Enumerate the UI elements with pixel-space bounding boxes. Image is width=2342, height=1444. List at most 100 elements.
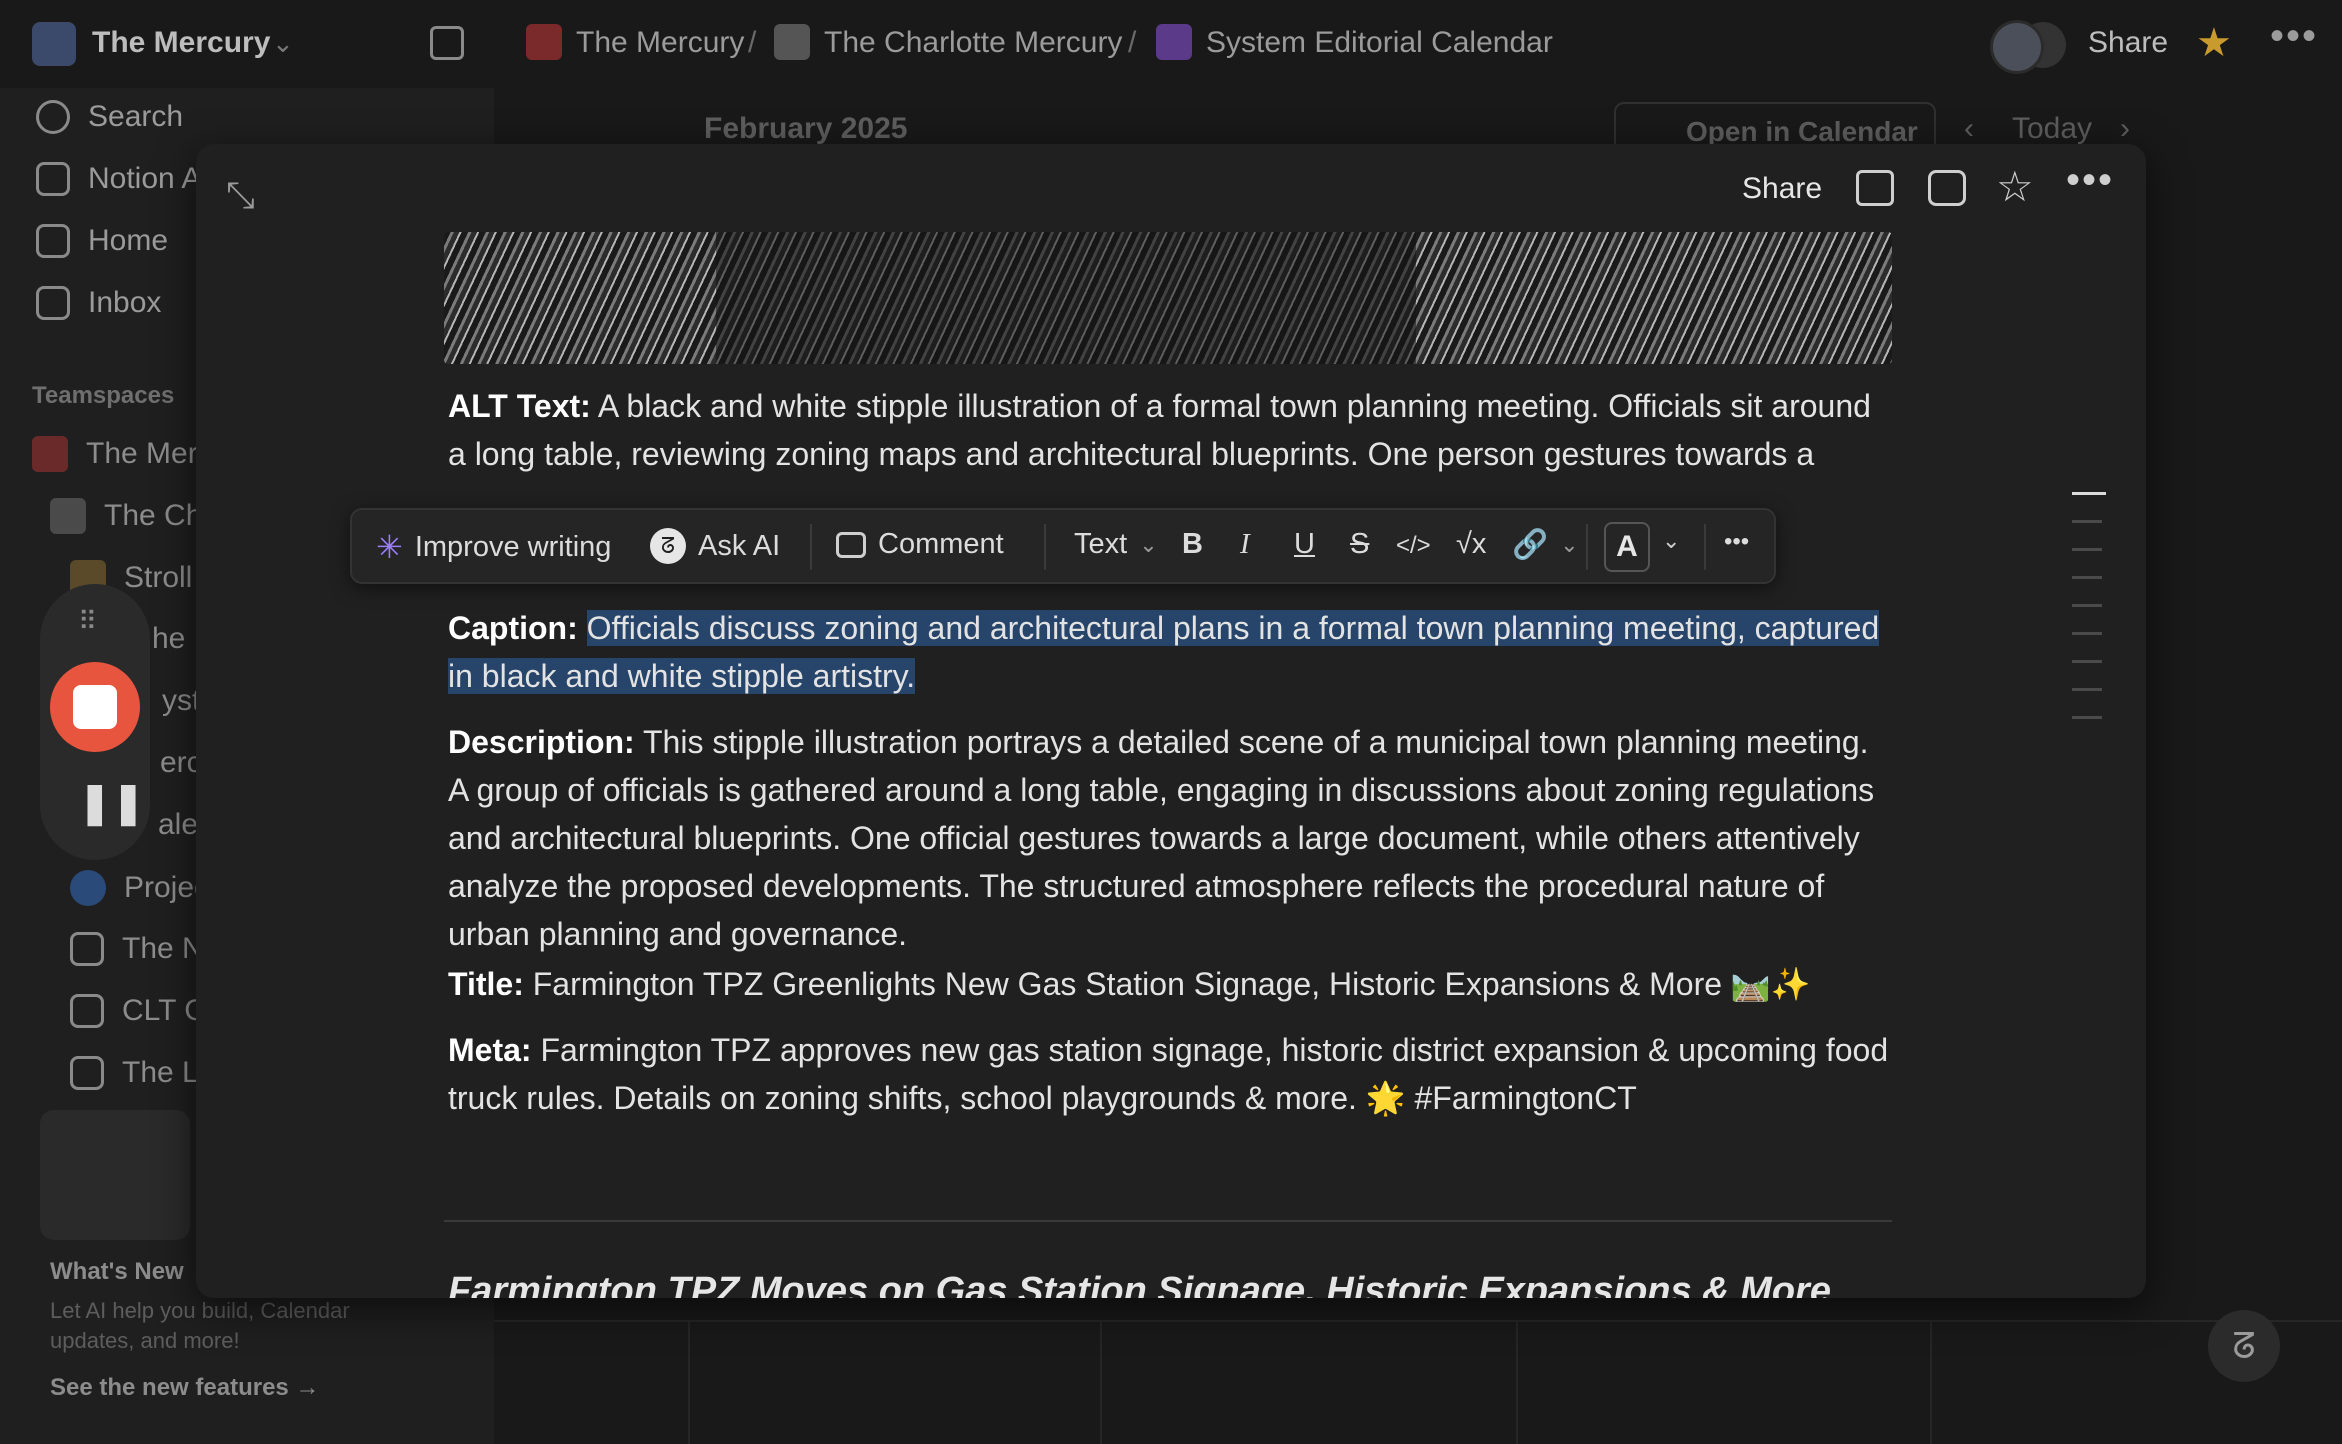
sidebar-item-notion-ai[interactable]: Notion A <box>36 162 201 196</box>
mercury-icon <box>526 24 562 60</box>
description-label: Description: <box>448 724 635 760</box>
more-options-icon[interactable]: ••• <box>2270 14 2318 59</box>
home-icon <box>36 224 70 258</box>
alt-text-paragraph[interactable]: ALT Text: A black and white stipple illu… <box>448 382 1894 486</box>
toc-marker[interactable] <box>2072 716 2102 719</box>
article-heading[interactable]: Farmington TPZ Moves on Gas Station Sign… <box>448 1270 1831 1298</box>
sidebar-team-item[interactable]: The N <box>70 932 204 966</box>
team-label: The Mer <box>86 437 198 470</box>
sidebar-team-item[interactable]: Projec <box>70 870 209 906</box>
breadcrumb-mercury[interactable]: The Mercury <box>576 26 744 60</box>
toc-marker[interactable] <box>2072 520 2102 523</box>
toc-marker[interactable] <box>2072 576 2102 579</box>
strikethrough-button[interactable]: S <box>1350 528 1369 561</box>
share-button[interactable]: Share <box>2088 26 2168 60</box>
whats-new-illustration <box>40 1110 190 1240</box>
prev-icon[interactable]: ‹ <box>1964 112 1974 146</box>
more-toolbar-options[interactable]: ••• <box>1724 528 1749 556</box>
calendar-grid-line <box>688 1320 690 1444</box>
formatting-toolbar: ✳ Improve writing ᘔ Ask AI Comment Text … <box>350 508 1776 584</box>
pause-icon[interactable]: ❚❚ <box>78 780 145 826</box>
caption-paragraph[interactable]: Caption: Officials discuss zoning and ar… <box>448 604 1894 700</box>
bold-button[interactable]: B <box>1182 528 1203 561</box>
team-label: Stroll <box>124 561 193 594</box>
sidebar-team-item[interactable]: CLT G <box>70 994 208 1028</box>
team-label: CLT G <box>122 994 208 1027</box>
breadcrumb-charlotte-mercury[interactable]: The Charlotte Mercury <box>824 26 1122 60</box>
comment-button[interactable]: Comment <box>836 528 1004 561</box>
text-type-dropdown[interactable]: Text ⌄ <box>1074 528 1158 561</box>
workspace-logo[interactable] <box>32 22 76 66</box>
toc-marker[interactable] <box>2072 632 2102 635</box>
team-label: The Ch <box>104 499 203 532</box>
sparkle-icon: ✳ <box>376 529 403 565</box>
team-label: The N <box>122 932 204 965</box>
toc-marker-active[interactable] <box>2072 492 2106 495</box>
toc-marker[interactable] <box>2072 548 2102 551</box>
newspaper-icon <box>774 24 810 60</box>
underline-button[interactable]: U <box>1294 528 1315 561</box>
expand-icon[interactable]: ⤡ <box>226 174 260 215</box>
description-paragraph[interactable]: Description: This stipple illustration p… <box>448 718 1894 958</box>
next-icon[interactable]: › <box>2120 112 2130 146</box>
modal-share-button[interactable]: Share <box>1742 172 1822 206</box>
breadcrumb-editorial-calendar[interactable]: System Editorial Calendar <box>1206 26 1553 60</box>
sidebar-item-home[interactable]: Home <box>36 224 168 258</box>
drag-handle-icon[interactable]: ⠿ <box>78 606 99 637</box>
favorite-icon[interactable]: ☆ <box>1996 162 2034 211</box>
workspace-name[interactable]: The Mercury <box>92 26 270 60</box>
team-icon <box>32 436 68 472</box>
sidebar-item-search[interactable]: Search <box>36 100 183 134</box>
page-icon <box>70 932 104 966</box>
chevron-down-icon[interactable]: ⌄ <box>272 28 294 59</box>
notion-ai-help-icon[interactable]: ᘔ <box>2208 1310 2280 1382</box>
text-type-label: Text <box>1074 528 1128 560</box>
sidebar-item-label: Home <box>88 224 169 257</box>
code-button[interactable]: </> <box>1396 532 1431 560</box>
team-icon <box>50 498 86 534</box>
improve-writing-button[interactable]: ✳ Improve writing <box>376 528 611 566</box>
title-text: Farmington TPZ Greenlights New Gas Stati… <box>532 966 1811 1002</box>
sidebar-team-item[interactable]: The Mer <box>32 436 198 472</box>
toc-marker[interactable] <box>2072 660 2102 663</box>
page-icon <box>70 1056 104 1090</box>
stop-icon <box>73 685 117 729</box>
whats-new-description: Let AI help you build, Calendar updates,… <box>50 1298 350 1353</box>
new-page-icon[interactable] <box>430 26 464 60</box>
side-peek-icon[interactable] <box>1856 170 1894 206</box>
comment-icon[interactable] <box>1928 170 1966 206</box>
page-icon <box>70 994 104 1028</box>
sidebar-item-label: Search <box>88 100 184 133</box>
chevron-down-icon: ⌄ <box>1560 532 1579 557</box>
cover-image-shade <box>716 232 1416 364</box>
team-icon <box>70 870 106 906</box>
toc-marker[interactable] <box>2072 688 2102 691</box>
today-button[interactable]: Today <box>2012 112 2092 146</box>
ask-ai-button[interactable]: ᘔ Ask AI <box>650 528 780 564</box>
sidebar-team-item[interactable]: The L <box>70 1056 199 1090</box>
favorite-star-icon[interactable]: ★ <box>2196 20 2232 66</box>
caption-label: Caption: <box>448 610 578 646</box>
divider <box>444 1220 1892 1222</box>
caption-text-selected: Officials discuss zoning and architectur… <box>448 610 1880 694</box>
sidebar-item-inbox[interactable]: Inbox <box>36 286 161 320</box>
link-button[interactable]: 🔗 ⌄ <box>1512 528 1579 562</box>
equation-button[interactable]: √x <box>1456 528 1486 561</box>
toc-marker[interactable] <box>2072 604 2102 607</box>
meta-paragraph[interactable]: Meta: Farmington TPZ approves new gas st… <box>448 1026 1894 1122</box>
more-options-icon[interactable]: ••• <box>2066 158 2114 203</box>
calendar-grid-line <box>494 1320 2342 1322</box>
chevron-down-icon[interactable]: ⌄ <box>1662 528 1680 554</box>
avatar[interactable] <box>1990 20 2044 74</box>
improve-writing-label: Improve writing <box>414 530 612 563</box>
see-new-features-link[interactable]: See the new features → <box>50 1374 319 1402</box>
notion-ai-icon: ᘔ <box>650 528 686 564</box>
toolbar-separator <box>1704 524 1706 570</box>
sidebar-team-item[interactable]: The Ch <box>50 498 202 534</box>
toolbar-separator <box>1044 524 1046 570</box>
italic-button[interactable]: I <box>1240 528 1250 561</box>
text-color-button[interactable]: A <box>1604 522 1650 572</box>
teamspaces-heading: Teamspaces <box>32 382 175 409</box>
title-paragraph[interactable]: Title: Farmington TPZ Greenlights New Ga… <box>448 960 1894 1008</box>
calendar-icon <box>1156 24 1192 60</box>
